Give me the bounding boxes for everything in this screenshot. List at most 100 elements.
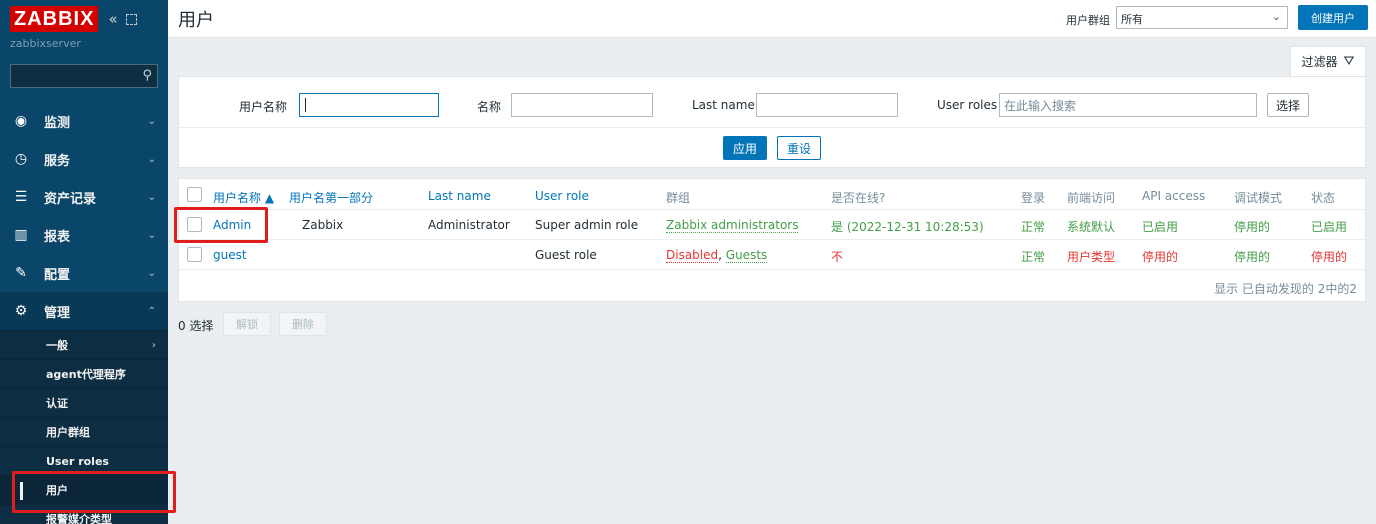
apply-button[interactable]: 应用 — [723, 136, 767, 160]
collapse-sidebar-icon[interactable]: « — [108, 10, 117, 28]
chevron-down-icon: ⌄ — [147, 153, 156, 165]
header-divider — [179, 209, 1365, 210]
chevron-down-icon: ⌄ — [147, 267, 156, 279]
cell-status: 已启用 — [1311, 220, 1348, 234]
delete-button[interactable]: 删除 — [279, 312, 327, 336]
cell-groups-guest: Disabled, Guests — [666, 248, 768, 263]
submenu-item-proxies[interactable]: agent代理程序 — [0, 359, 168, 388]
sidebar: ZABBIX « zabbixserver ⚲ ◉ 监测 ⌄ ◷ 服务 ⌄ ☰ … — [0, 0, 168, 524]
filter-tab-label: 过滤器 — [1301, 55, 1338, 69]
select-all-checkbox[interactable] — [187, 187, 202, 202]
highlight-frame-users — [12, 471, 176, 513]
username-filter-label: 用户名称 — [239, 100, 288, 114]
cell-frontend-access: 用户类型 — [1067, 250, 1116, 264]
gear-icon: ⚙ — [14, 303, 28, 319]
cell-online: 不 — [831, 250, 844, 264]
name-filter-input[interactable] — [511, 93, 653, 117]
column-header-last-name[interactable]: Last name — [428, 189, 491, 203]
group-link-zabbix-administrators[interactable]: Zabbix administrators — [666, 218, 799, 233]
column-header-first-name[interactable]: 用户名第一部分 — [289, 189, 373, 206]
column-header-debug: 调试模式 — [1234, 191, 1283, 205]
main-menu: ◉ 监测 ⌄ ◷ 服务 ⌄ ☰ 资产记录 ⌄ ▥ 报表 ⌄ ✎ 配置 ⌄ ⚙ 管… — [0, 102, 168, 524]
group-separator: , — [718, 248, 726, 262]
table-footer-count: 显示 已自动发现的 2中的2 — [1214, 282, 1357, 296]
chevron-down-icon: ⌄ — [147, 191, 156, 203]
username-filter-input[interactable] — [299, 93, 439, 117]
menu-item-monitoring[interactable]: ◉ 监测 ⌄ — [0, 102, 168, 140]
column-header-username[interactable]: 用户名称 ▲ — [213, 189, 274, 206]
column-header-groups: 群组 — [666, 191, 691, 205]
menu-item-reports[interactable]: ▥ 报表 ⌄ — [0, 216, 168, 254]
unblock-button[interactable]: 解锁 — [223, 312, 271, 336]
column-header-online: 是否在线? — [831, 191, 886, 205]
menu-item-administration[interactable]: ⚙ 管理 ⌃ — [0, 292, 168, 330]
wrench-icon: ✎ — [15, 265, 27, 281]
menu-label: 资产记录 — [44, 191, 97, 207]
chevron-right-icon: › — [151, 339, 156, 351]
cell-user-role: Super admin role — [535, 218, 639, 232]
name-filter-label: 名称 — [477, 100, 502, 114]
column-header-frontend: 前端访问 — [1067, 191, 1116, 205]
menu-label: 监测 — [44, 115, 71, 131]
kiosk-mode-icon[interactable] — [125, 13, 137, 25]
cell-status: 停用的 — [1311, 250, 1348, 264]
selected-count: 0 选择 — [178, 319, 214, 333]
submenu-label: 一般 — [46, 339, 68, 352]
menu-label: 服务 — [44, 153, 71, 169]
sidebar-search-input[interactable]: ⚲ — [10, 64, 158, 88]
menu-item-services[interactable]: ◷ 服务 ⌄ — [0, 140, 168, 178]
cell-online: 是 (2022-12-31 10:28:53) — [831, 220, 984, 234]
menu-item-inventory[interactable]: ☰ 资产记录 ⌄ — [0, 178, 168, 216]
server-name: zabbixserver — [10, 37, 81, 50]
submenu-label: User roles — [46, 454, 109, 468]
select-roles-button[interactable]: 选择 — [1267, 93, 1309, 117]
highlight-frame-admin — [174, 207, 268, 243]
lastname-filter-input[interactable] — [756, 93, 898, 117]
cell-first-name: Zabbix — [302, 218, 344, 232]
cell-api-access: 停用的 — [1142, 250, 1179, 264]
column-header-login: 登录 — [1021, 191, 1046, 205]
chart-icon: ▥ — [14, 227, 28, 243]
menu-item-configuration[interactable]: ✎ 配置 ⌄ — [0, 254, 168, 292]
filter-icon: ⛛ — [1343, 54, 1355, 69]
filter-divider — [179, 127, 1365, 128]
group-link-disabled[interactable]: Disabled — [666, 248, 719, 263]
username-link-guest[interactable]: guest — [213, 248, 247, 262]
submenu-label: agent代理程序 — [46, 368, 126, 381]
cell-user-role: Guest role — [535, 248, 597, 262]
row-checkbox-guest[interactable] — [187, 247, 202, 262]
submenu-label: 认证 — [46, 397, 68, 410]
row-divider — [179, 269, 1365, 270]
menu-label: 管理 — [44, 305, 71, 321]
submenu-item-general[interactable]: 一般 › — [0, 330, 168, 359]
list-icon: ☰ — [14, 189, 28, 205]
filter-panel: 用户名称 名称 Last name User roles 在此输入搜索 选择 应… — [178, 76, 1366, 168]
group-link-guests[interactable]: Guests — [725, 248, 768, 263]
chevron-down-icon: ⌄ — [147, 115, 156, 127]
create-user-button[interactable]: 创建用户 — [1298, 5, 1368, 30]
search-icon[interactable]: ⚲ — [142, 68, 152, 83]
cell-frontend-access: 系统默认 — [1067, 220, 1116, 234]
clock-icon: ◷ — [14, 151, 28, 167]
submenu-item-authentication[interactable]: 认证 — [0, 388, 168, 417]
user-group-label: 用户群组 — [1066, 14, 1110, 27]
column-header-status: 状态 — [1311, 191, 1336, 205]
menu-label: 配置 — [44, 267, 71, 283]
users-table: 用户名称 ▲ 用户名第一部分 Last name User role 群组 是否… — [178, 178, 1366, 302]
filter-tab[interactable]: 过滤器 ⛛ — [1290, 46, 1366, 76]
zabbix-logo[interactable]: ZABBIX — [10, 6, 99, 32]
page-header: 用户 用户群组 所有 ⌄ 创建用户 — [168, 0, 1376, 38]
cell-debug-mode: 停用的 — [1234, 220, 1271, 234]
chevron-down-icon: ⌄ — [1271, 10, 1281, 23]
user-group-select[interactable]: 所有 ⌄ — [1116, 6, 1288, 29]
cell-debug-mode: 停用的 — [1234, 250, 1271, 264]
roles-filter-input[interactable]: 在此输入搜索 — [999, 93, 1257, 117]
user-group-value: 所有 — [1121, 13, 1143, 26]
submenu-item-user-groups[interactable]: 用户群组 — [0, 417, 168, 446]
reset-button[interactable]: 重设 — [777, 136, 821, 160]
column-header-api: API access — [1142, 189, 1206, 203]
page-title: 用户 — [178, 10, 214, 31]
column-header-user-role[interactable]: User role — [535, 189, 589, 203]
cell-login-status: 正常 — [1021, 250, 1046, 264]
lastname-filter-label: Last name — [692, 98, 755, 112]
